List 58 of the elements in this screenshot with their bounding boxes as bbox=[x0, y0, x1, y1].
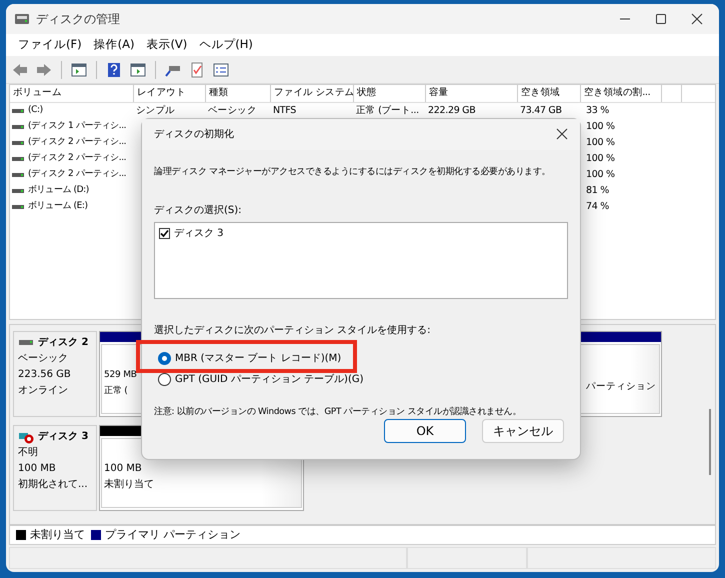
table-cell-text: (C:) bbox=[28, 104, 43, 118]
table-cell-text: ボリューム (D:) bbox=[28, 184, 89, 198]
options-label: 選択したディスクに次のパーティション スタイルを使用する: bbox=[154, 324, 432, 338]
dialog-message: 論理ディスク マネージャーがアクセスできるようにするにはディスクを初期化する必要があります。 bbox=[154, 166, 552, 179]
table-cell-text: NTFS bbox=[273, 104, 296, 118]
disk-list[interactable]: ディスク 3 bbox=[154, 222, 568, 299]
menu-item[interactable]: ファイル(F) bbox=[12, 34, 88, 56]
table-cell-text: 正常 (ブート... bbox=[356, 104, 419, 118]
table-cell-text: (ディスク 1 パーティシ... bbox=[28, 120, 126, 134]
table-cell-text: ボリューム (E:) bbox=[28, 200, 88, 214]
disk-info: ベーシック bbox=[18, 352, 69, 366]
disk-info: 100 MB bbox=[18, 462, 57, 476]
radio-label[interactable]: MBR (マスター ブート レコード)(M) bbox=[175, 350, 342, 366]
table-cell-text: 73.47 GB bbox=[520, 104, 562, 118]
disk-name: ディスク 3 bbox=[38, 430, 88, 444]
column-header[interactable]: レイアウト bbox=[134, 85, 206, 102]
table-cell-text: 100 % bbox=[586, 152, 615, 166]
table-cell-text: 100 % bbox=[586, 168, 615, 182]
table-cell-text: 74 % bbox=[586, 200, 609, 214]
list-item[interactable]: ディスク 3 bbox=[174, 226, 224, 241]
partition-text: 正常 ( bbox=[104, 384, 128, 398]
table-cell-text: 81 % bbox=[586, 184, 609, 198]
cancel-button[interactable]: キャンセル bbox=[482, 419, 564, 443]
table-cell-text: (ディスク 2 パーティシ... bbox=[28, 168, 126, 182]
column-header[interactable]: 状態 bbox=[354, 85, 426, 102]
table-cell-text: 222.29 GB bbox=[428, 104, 476, 118]
disk-info: 初期化されて... bbox=[18, 478, 89, 492]
partition-text: 529 MB bbox=[104, 369, 137, 382]
menu-item[interactable]: 表示(V) bbox=[140, 34, 194, 56]
partition-text: パーティション bbox=[586, 380, 656, 394]
disk-info: 不明 bbox=[18, 446, 39, 460]
table-cell-text: 33 % bbox=[586, 104, 609, 118]
column-header[interactable]: 空き領域の割... bbox=[581, 85, 662, 102]
table-cell-text: 100 % bbox=[586, 120, 615, 134]
column-header[interactable]: ファイル システム bbox=[271, 85, 354, 102]
window-title: ディスクの管理 bbox=[36, 11, 120, 28]
partition-text: 未割り当て bbox=[104, 478, 154, 492]
disk-info: 223.56 GB bbox=[18, 368, 72, 382]
disk-name: ディスク 2 bbox=[38, 336, 88, 350]
partition-text: 100 MB bbox=[104, 462, 142, 476]
list-label: ディスクの選択(S): bbox=[154, 204, 243, 218]
table-cell-text: (ディスク 2 パーティシ... bbox=[28, 152, 126, 166]
radio-label[interactable]: GPT (GUID パーティション テーブル)(G) bbox=[175, 372, 364, 387]
dialog-title: ディスクの初期化 bbox=[154, 128, 234, 142]
column-header[interactable]: 空き領域 bbox=[518, 85, 581, 102]
menu-item[interactable]: 操作(A) bbox=[88, 34, 140, 56]
table-cell-text: (ディスク 2 パーティシ... bbox=[28, 136, 126, 150]
ok-button[interactable]: OK bbox=[384, 419, 466, 443]
disk-info: オンライン bbox=[18, 384, 69, 398]
column-header[interactable]: ボリューム bbox=[10, 85, 134, 102]
table-cell-text: 100 % bbox=[586, 136, 615, 150]
legend-label: 未割り当て bbox=[30, 526, 85, 543]
column-header[interactable]: 種類 bbox=[206, 85, 271, 102]
legend-label: プライマリ パーティション bbox=[105, 526, 240, 543]
table-cell-text: シンプル bbox=[136, 104, 175, 118]
column-header[interactable]: 容量 bbox=[426, 85, 518, 102]
menu-item[interactable]: ヘルプ(H) bbox=[193, 34, 259, 56]
table-cell-text: ベーシック bbox=[208, 104, 257, 118]
